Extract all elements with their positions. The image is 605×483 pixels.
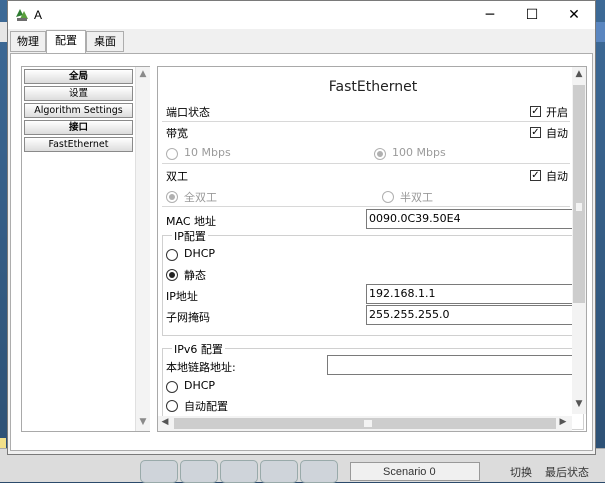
scroll-right-icon[interactable]: ▶ [556,417,570,427]
ipv6-dhcp-radio[interactable] [166,381,178,393]
ip-address-label: IP地址 [166,290,198,303]
scroll-up-icon[interactable]: ▲ [136,69,150,79]
divider [162,206,570,207]
maximize-button[interactable]: ☐ [511,1,553,29]
divider [162,121,570,122]
ipv6-config-group-title: IPv6 配置 [172,341,225,357]
subnet-mask-label: 子网掩码 [166,311,210,324]
tab-content: 全局 设置 Algorithm Settings 接口 FastEthernet… [10,53,593,451]
subnet-mask-field[interactable]: 255.255.255.0 [366,305,576,325]
background-label: 切换 [510,467,532,479]
scroll-left-icon[interactable]: ◀ [158,417,172,427]
bandwidth-10-radio[interactable] [166,148,178,160]
background-scenario-select: Scenario 0 [350,462,480,481]
link-local-field[interactable] [327,355,577,375]
background-tool-button [140,460,178,483]
window-title: A [34,8,43,22]
port-status-on-label: 开启 [546,106,568,119]
background-tool-button [220,460,258,483]
ipv6-dhcp-label: DHCP [184,379,216,392]
minimize-button[interactable]: ─ [469,1,511,29]
panel-title: FastEthernet [328,79,418,95]
tab-physical[interactable]: 物理 [10,31,46,52]
scroll-down-icon[interactable]: ▼ [572,399,586,409]
duplex-full-label: 全双工 [184,191,217,204]
background-label: 最后状态 [545,467,589,479]
sidebar-item-settings[interactable]: 设置 [24,86,133,101]
mac-field[interactable]: 0090.0C39.50E4 [366,209,576,229]
ipv6-auto-label: 自动配置 [184,400,228,413]
sidebar-item-interface[interactable]: 接口 [24,120,133,135]
duplex-label: 双工 [166,170,188,183]
ip-dhcp-radio[interactable] [166,249,178,261]
panel-vertical-scrollbar[interactable]: ▲ ▼ [572,67,586,414]
duplex-auto-label: 自动 [546,170,568,183]
background-window-edge-right [595,22,605,42]
duplex-full-radio[interactable] [166,191,178,203]
ip-dhcp-label: DHCP [184,247,216,260]
mac-label: MAC 地址 [166,215,216,228]
tab-config[interactable]: 配置 [46,30,86,53]
sidebar-scrollbar[interactable]: ▲ ▼ [135,67,150,431]
bandwidth-auto-label: 自动 [546,127,568,140]
background-tool-button [300,460,338,483]
duplex-auto-checkbox[interactable]: ✓ [530,170,541,181]
title-bar: A ─ ☐ ✕ [8,1,595,29]
duplex-half-radio[interactable] [382,191,394,203]
bandwidth-auto-checkbox[interactable]: ✓ [530,127,541,138]
bandwidth-100-label: 100 Mbps [392,146,446,159]
ipv6-auto-radio[interactable] [166,400,178,412]
panel-horizontal-scrollbar[interactable]: ◀ ▶ [158,416,572,431]
sidebar-item-algorithm-settings[interactable]: Algorithm Settings [24,103,133,118]
router-icon [16,9,28,21]
ip-static-label: 静态 [184,269,206,282]
config-sidebar: 全局 设置 Algorithm Settings 接口 FastEthernet… [21,66,150,432]
sidebar-item-fastethernet[interactable]: FastEthernet [24,137,133,152]
background-tool-button [180,460,218,483]
ip-config-group-title: IP配置 [172,228,208,244]
scroll-thumb-horizontal[interactable] [174,418,556,429]
divider [162,163,570,164]
bandwidth-100-radio[interactable] [374,148,386,160]
sidebar-item-global[interactable]: 全局 [24,69,133,84]
duplex-half-label: 半双工 [400,191,433,204]
bandwidth-label: 带宽 [166,127,188,140]
close-button[interactable]: ✕ [553,1,595,29]
tab-desktop[interactable]: 桌面 [86,31,124,52]
ip-static-radio[interactable] [166,269,178,281]
scroll-thumb[interactable] [573,85,585,303]
bandwidth-10-label: 10 Mbps [184,146,231,159]
device-config-window: A ─ ☐ ✕ 物理 配置 桌面 全局 设置 Algorithm Setting… [7,0,596,455]
port-status-checkbox[interactable]: ✓ [530,106,541,117]
scroll-down-icon[interactable]: ▼ [136,417,150,427]
scroll-up-icon[interactable]: ▲ [572,69,586,79]
interface-panel: FastEthernet 端口状态 ✓ 开启 带宽 ✓ 自动 10 Mbps 1… [157,66,587,432]
ip-address-field[interactable]: 192.168.1.1 [366,284,576,304]
background-tool-button [260,460,298,483]
port-status-label: 端口状态 [166,106,210,119]
link-local-label: 本地链路地址: [166,361,236,374]
